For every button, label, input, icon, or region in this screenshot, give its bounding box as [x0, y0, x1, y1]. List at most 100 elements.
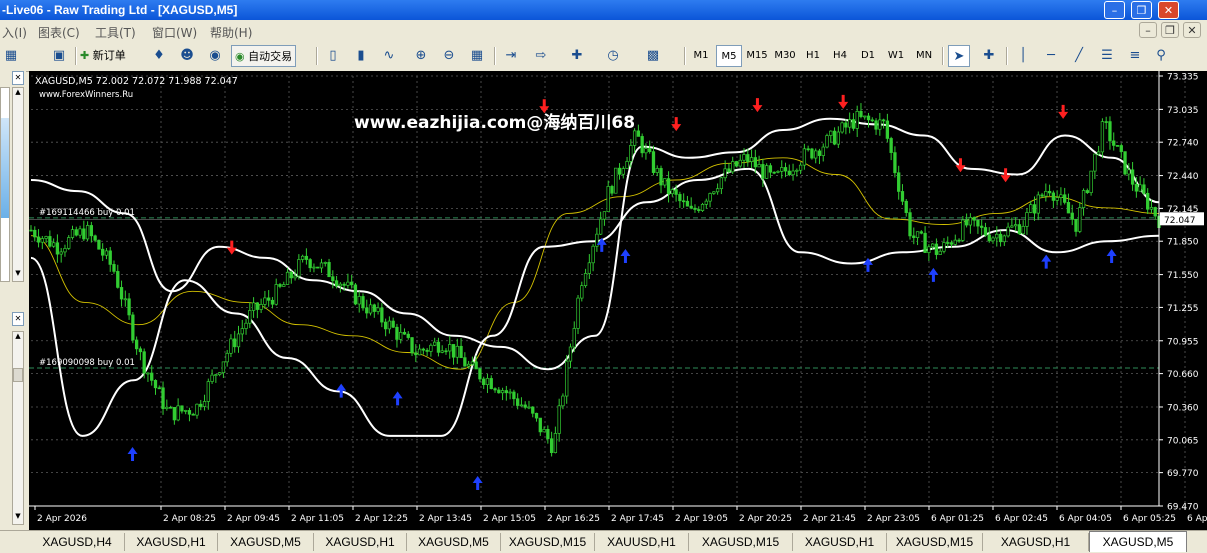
chart-tab[interactable]: XAGUSD,M5	[1089, 531, 1187, 552]
chart-tab[interactable]: XAGUSD,H1	[314, 533, 407, 551]
close-button[interactable]: ✕	[1158, 1, 1179, 19]
scroll-down-icon[interactable]: ▼	[13, 269, 23, 281]
zoom-window-icon[interactable]: ▣	[48, 45, 70, 67]
candle-body	[55, 242, 60, 255]
candle-body	[406, 333, 410, 338]
zoom-out-icon[interactable]: ⊖	[438, 45, 460, 67]
candlestick-icon[interactable]: ▮	[350, 45, 372, 67]
candle-body	[836, 131, 840, 145]
timeframe-h1[interactable]: H1	[800, 45, 826, 67]
candle-body	[342, 283, 346, 286]
price-chart[interactable]: #169114466 buy 0.01 #169090098 buy 0.01 7…	[29, 71, 1207, 530]
chart-tab[interactable]: XAGUSD,H1	[983, 533, 1089, 551]
candle-body	[674, 189, 678, 195]
chart-tab[interactable]: XAGUSD,H4	[30, 533, 125, 551]
candle-body	[236, 333, 241, 348]
timeframe-mn[interactable]: MN	[911, 45, 937, 67]
candle-body	[1138, 184, 1142, 192]
market-watch-panel	[0, 87, 10, 282]
menu-tools[interactable]: 工具(T)	[95, 24, 136, 41]
autoscroll-icon[interactable]: ⇨	[530, 45, 552, 67]
candle-body	[576, 297, 580, 329]
restore-button[interactable]: ❐	[1131, 1, 1152, 19]
candle-body	[240, 328, 244, 335]
signals-icon[interactable]: ◉	[204, 45, 226, 67]
new-order-label: 新订单	[92, 49, 126, 62]
left-scrollbar[interactable]: ▲ ▼	[12, 87, 24, 282]
vertical-line-icon[interactable]: │	[1012, 45, 1034, 67]
periods-clock-icon[interactable]: ◷	[602, 45, 624, 67]
minimize-button[interactable]: –	[1104, 1, 1125, 19]
scroll-up-icon[interactable]: ▲	[13, 88, 23, 100]
timeframe-h4[interactable]: H4	[827, 45, 853, 67]
candle-body	[655, 168, 659, 173]
grid-icon[interactable]: ▦	[0, 45, 22, 67]
menu-insert[interactable]: 入(I)	[2, 24, 27, 41]
crosshair-icon[interactable]: ✚	[978, 45, 1000, 67]
navigator-scrollbar[interactable]: ▲ ▼	[12, 331, 24, 525]
candle-body	[685, 200, 690, 207]
bar-chart-icon[interactable]: ▯	[322, 45, 344, 67]
templates-icon[interactable]: ▩	[642, 45, 664, 67]
y-tick-label: 73.335	[1167, 73, 1199, 83]
cursor-icon[interactable]: ➤	[948, 45, 970, 67]
chart-tab[interactable]: XAGUSD,M15	[887, 533, 983, 551]
chart-shift-icon[interactable]: ⇥	[500, 45, 522, 67]
indicators-icon[interactable]: ✚	[566, 45, 588, 67]
navigator-close-icon[interactable]: ✕	[12, 312, 24, 326]
timeframe-m1[interactable]: M1	[688, 45, 714, 67]
navigator-icon[interactable]: ☻	[176, 45, 198, 67]
search-icon[interactable]: ⚲	[1150, 45, 1172, 67]
zoom-in-icon[interactable]: ⊕	[410, 45, 432, 67]
mdi-close-button[interactable]: ✕	[1183, 22, 1201, 38]
candle-body	[912, 235, 916, 238]
candle-body	[565, 360, 569, 397]
timeframe-m30[interactable]: M30	[772, 45, 798, 67]
trendline-icon[interactable]: ╱	[1068, 45, 1090, 67]
mdi-minimize-button[interactable]: –	[1139, 22, 1157, 38]
timeframe-m5[interactable]: M5	[716, 45, 742, 67]
candle-body	[425, 349, 429, 352]
horizontal-line-icon[interactable]: ─	[1040, 45, 1062, 67]
candle-body	[557, 405, 561, 434]
candle-body	[953, 239, 957, 245]
candle-body	[459, 345, 463, 359]
candle-body	[761, 164, 765, 179]
timeframe-d1[interactable]: D1	[855, 45, 881, 67]
mdi-restore-button[interactable]: ❐	[1161, 22, 1179, 38]
candle-body	[1142, 184, 1146, 194]
chart-tab[interactable]: XAGUSD,H1	[125, 533, 218, 551]
menu-window[interactable]: 窗口(W)	[152, 24, 197, 41]
candle-body	[372, 304, 376, 312]
candle-body	[700, 204, 705, 211]
timeframe-w1[interactable]: W1	[883, 45, 909, 67]
nav-scroll-up-icon[interactable]: ▲	[13, 332, 23, 344]
timeframe-m15[interactable]: M15	[744, 45, 770, 67]
x-tick-label: 2 Apr 08:25	[163, 514, 216, 524]
channel-icon[interactable]: ☰	[1096, 45, 1118, 67]
menu-charts[interactable]: 图表(C)	[38, 24, 80, 41]
line-chart-icon[interactable]: ∿	[378, 45, 400, 67]
chart-tab[interactable]: XAGUSD,M15	[501, 533, 595, 551]
nav-scroll-down-icon[interactable]: ▼	[13, 512, 23, 524]
chart-tab[interactable]: XAGUSD,M5	[218, 533, 314, 551]
panel-close-icon[interactable]: ✕	[12, 71, 24, 85]
candle-body	[670, 189, 674, 195]
menu-help[interactable]: 帮助(H)	[210, 24, 252, 41]
new-order-button[interactable]: ✚ 新订单	[80, 45, 126, 67]
candle-body	[67, 237, 71, 249]
market-watch-icon[interactable]: ♦	[148, 45, 170, 67]
candle-body	[414, 352, 418, 356]
tile-windows-icon[interactable]: ▦	[466, 45, 488, 67]
chart-tab[interactable]: XAGUSD,H1	[793, 533, 887, 551]
chart-canvas[interactable]: #169114466 buy 0.01#169090098 buy 0.01 7…	[29, 71, 1207, 530]
candle-body	[663, 178, 667, 186]
chart-tab[interactable]: XAUUSD,H1	[595, 533, 689, 551]
nav-scroll-thumb[interactable]	[13, 368, 23, 382]
candle-body	[821, 146, 825, 156]
chart-tab[interactable]: XAGUSD,M15	[689, 533, 793, 551]
candle-body	[70, 229, 75, 238]
chart-tab[interactable]: XAGUSD,M5	[407, 533, 501, 551]
fibonacci-icon[interactable]: ≡	[1124, 45, 1146, 67]
auto-trading-button[interactable]: ◉ 自动交易	[231, 45, 297, 67]
